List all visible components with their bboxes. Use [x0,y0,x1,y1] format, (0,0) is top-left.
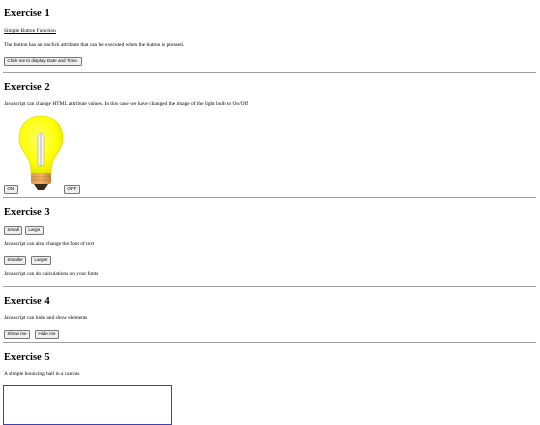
exercise-3-title: Exercise 3 [4,207,50,218]
light-off-button[interactable]: OFF [64,185,80,195]
large-font-button[interactable]: Large [25,226,44,236]
light-bulb-image [17,114,65,194]
divider [3,197,536,198]
divider [3,342,536,343]
light-on-button[interactable]: ON [4,185,18,195]
exercise-5-description: A simple bouncing ball in a canvas [4,371,80,377]
divider [3,286,536,287]
exercise-2-title: Exercise 2 [4,82,50,93]
exercise-4-description: Javascript can hide and show elements [4,315,88,321]
smaller-font-button[interactable]: Smaller [4,256,27,266]
bouncing-ball-canvas [3,385,172,425]
simple-button-function-link[interactable]: Simple Button Function [4,28,56,34]
display-date-time-button[interactable]: Click me to display Date and Time. [4,57,82,67]
exercise-1-description: The button has an onclick attribute that… [4,42,185,48]
exercise-2-description: Javascript can change HTML attribute val… [4,101,248,107]
exercise-3-description-1: Javascript can also change the font of t… [4,241,95,247]
exercise-4-title: Exercise 4 [4,296,50,307]
hide-me-button[interactable]: Hide me [35,330,59,340]
divider [3,72,536,73]
show-me-button[interactable]: Show me [4,330,30,340]
small-font-button[interactable]: Small [4,226,23,236]
larger-font-button[interactable]: Larger [31,256,52,266]
exercise-3-description-2: Javascript can do calculations on your f… [4,271,99,277]
exercise-5-title: Exercise 5 [4,352,50,363]
exercise-1-title: Exercise 1 [4,8,50,19]
